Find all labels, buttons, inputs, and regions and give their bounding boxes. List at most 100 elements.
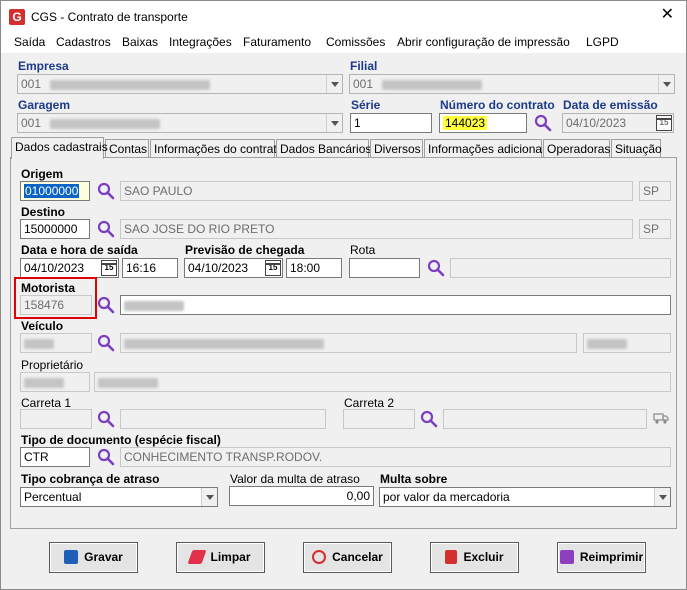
trash-icon bbox=[445, 550, 458, 564]
rota-field[interactable] bbox=[349, 258, 420, 278]
calendar-icon[interactable]: 15 bbox=[265, 260, 281, 276]
proprietario-label: Proprietário bbox=[21, 358, 84, 372]
menu-integracoes[interactable]: Integrações bbox=[169, 35, 232, 49]
garagem-label: Garagem bbox=[18, 98, 71, 112]
carreta2-label: Carreta 2 bbox=[344, 396, 395, 410]
destino-label: Destino bbox=[21, 205, 66, 219]
menu-faturamento[interactable]: Faturamento bbox=[243, 35, 311, 49]
data-emissao-value: 04/10/2023 bbox=[566, 116, 627, 130]
origem-label: Origem bbox=[21, 167, 64, 181]
veiculo-label: Veículo bbox=[21, 319, 64, 333]
carreta2-code-field[interactable] bbox=[343, 409, 415, 429]
previsao-chegada-label: Previsão de chegada bbox=[185, 243, 305, 257]
data-hora-saida-label: Data e hora de saída bbox=[21, 243, 138, 257]
chevron-down-icon[interactable] bbox=[654, 488, 670, 506]
tab-diversos[interactable]: Diversos bbox=[370, 139, 423, 158]
save-icon bbox=[64, 550, 79, 564]
menu-lgpd[interactable]: LGPD bbox=[586, 35, 619, 49]
tipo-documento-label: Tipo de documento (espécie fiscal) bbox=[21, 433, 221, 447]
origem-code-value: 01000000 bbox=[24, 184, 80, 198]
carreta1-label: Carreta 1 bbox=[21, 396, 72, 410]
filial-name-redacted bbox=[382, 79, 483, 90]
empresa-select[interactable]: 001 bbox=[17, 74, 343, 94]
tab-informacoes-contrato[interactable]: Informações do contrato bbox=[150, 139, 283, 158]
motorista-code-field[interactable]: 158476 bbox=[20, 295, 92, 315]
chegada-date-field[interactable]: 04/10/2023 15 bbox=[184, 258, 283, 278]
filial-code: 001 bbox=[353, 77, 374, 91]
tipo-cobranca-select[interactable]: Percentual bbox=[20, 487, 218, 507]
tab-situacao[interactable]: Situação bbox=[611, 139, 662, 158]
carreta2-description-field bbox=[443, 409, 647, 429]
tipo-documento-code-field[interactable]: CTR bbox=[20, 447, 90, 467]
app-logo: G bbox=[9, 9, 25, 25]
cancel-icon bbox=[312, 550, 327, 564]
origem-code-field[interactable]: 01000000 bbox=[20, 181, 90, 201]
multa-sobre-select[interactable]: por valor da mercadoria bbox=[379, 487, 671, 507]
filial-select[interactable]: 001 bbox=[349, 74, 675, 94]
garagem-select[interactable]: 001 bbox=[17, 113, 343, 133]
numero-contrato-value: 144023 bbox=[443, 116, 488, 130]
motorista-label: Motorista bbox=[21, 281, 75, 295]
chegada-time-field[interactable]: 18:00 bbox=[286, 258, 342, 278]
contrato-window: G CGS - Contrato de transporte ✕ Saída C… bbox=[0, 0, 687, 590]
search-icon[interactable] bbox=[534, 114, 552, 132]
data-emissao-label: Data de emissão bbox=[563, 98, 658, 112]
veiculo-description-field bbox=[120, 333, 577, 353]
chevron-down-icon[interactable] bbox=[326, 114, 342, 132]
menu-cadastros[interactable]: Cadastros bbox=[56, 35, 111, 49]
saida-date-field[interactable]: 04/10/2023 15 bbox=[20, 258, 119, 278]
search-icon[interactable] bbox=[97, 334, 115, 352]
search-icon[interactable] bbox=[427, 259, 445, 277]
limpar-label: Limpar bbox=[210, 550, 251, 564]
tab-dados-bancarios[interactable]: Dados Bancários bbox=[276, 139, 371, 158]
limpar-button[interactable]: Limpar bbox=[176, 542, 265, 573]
menu-baixas[interactable]: Baixas bbox=[122, 35, 158, 49]
tab-dados-cadastrais[interactable]: Dados cadastrais bbox=[11, 137, 108, 159]
search-icon[interactable] bbox=[97, 296, 115, 314]
proprietario-code-redacted bbox=[24, 377, 64, 388]
gravar-button[interactable]: Gravar bbox=[49, 542, 138, 573]
saida-time-field[interactable]: 16:16 bbox=[122, 258, 178, 278]
chevron-down-icon[interactable] bbox=[658, 75, 674, 93]
reimprimir-button[interactable]: Reimprimir bbox=[557, 542, 646, 573]
menu-abrir-configuracao[interactable]: Abrir configuração de impressão bbox=[397, 35, 570, 49]
tab-informacoes-adicionais[interactable]: Informações adicionais bbox=[424, 139, 551, 158]
carreta1-code-field[interactable] bbox=[20, 409, 92, 429]
close-icon[interactable]: ✕ bbox=[661, 7, 674, 23]
search-icon[interactable] bbox=[97, 182, 115, 200]
menu-comissoes[interactable]: Comissões bbox=[326, 35, 385, 49]
tab-contas[interactable]: Contas bbox=[105, 139, 149, 158]
proprietario-name-redacted bbox=[98, 377, 158, 388]
numero-contrato-field[interactable]: 144023 bbox=[439, 113, 527, 133]
menu-bar: Saída Cadastros Baixas Integrações Fatur… bbox=[1, 31, 686, 53]
veiculo-description-redacted bbox=[124, 338, 324, 349]
search-icon[interactable] bbox=[97, 220, 115, 238]
search-icon[interactable] bbox=[97, 410, 115, 428]
chevron-down-icon[interactable] bbox=[201, 488, 217, 506]
tab-operadoras[interactable]: Operadoras bbox=[543, 139, 610, 158]
truck-icon[interactable] bbox=[653, 411, 669, 425]
serie-field[interactable]: 1 bbox=[350, 113, 432, 133]
origem-uf-field: SP bbox=[639, 181, 671, 201]
origem-city-field: SAO PAULO bbox=[120, 181, 633, 201]
valor-multa-field[interactable]: 0,00 bbox=[229, 486, 374, 506]
destino-uf-field: SP bbox=[639, 219, 671, 239]
cancelar-button[interactable]: Cancelar bbox=[303, 542, 392, 573]
search-icon[interactable] bbox=[97, 448, 115, 466]
saida-date-value: 04/10/2023 bbox=[24, 261, 85, 275]
menu-saida[interactable]: Saída bbox=[14, 35, 45, 49]
tab-strip: Dados cadastrais Contas Informações do c… bbox=[11, 137, 676, 159]
data-emissao-field[interactable]: 04/10/2023 15 bbox=[562, 113, 674, 133]
search-icon[interactable] bbox=[420, 410, 438, 428]
veiculo-placa-redacted bbox=[587, 338, 627, 349]
destino-code-field[interactable]: 15000000 bbox=[20, 219, 90, 239]
chevron-down-icon[interactable] bbox=[326, 75, 342, 93]
tipo-documento-description-field: CONHECIMENTO TRANSP.RODOV. bbox=[120, 447, 671, 467]
excluir-button[interactable]: Excluir bbox=[430, 542, 519, 573]
printer-icon bbox=[559, 550, 574, 564]
calendar-icon[interactable]: 15 bbox=[101, 260, 117, 276]
veiculo-code-field[interactable] bbox=[20, 333, 92, 353]
calendar-icon[interactable]: 15 bbox=[656, 115, 672, 131]
chegada-date-value: 04/10/2023 bbox=[188, 261, 249, 275]
empresa-label: Empresa bbox=[18, 59, 69, 73]
